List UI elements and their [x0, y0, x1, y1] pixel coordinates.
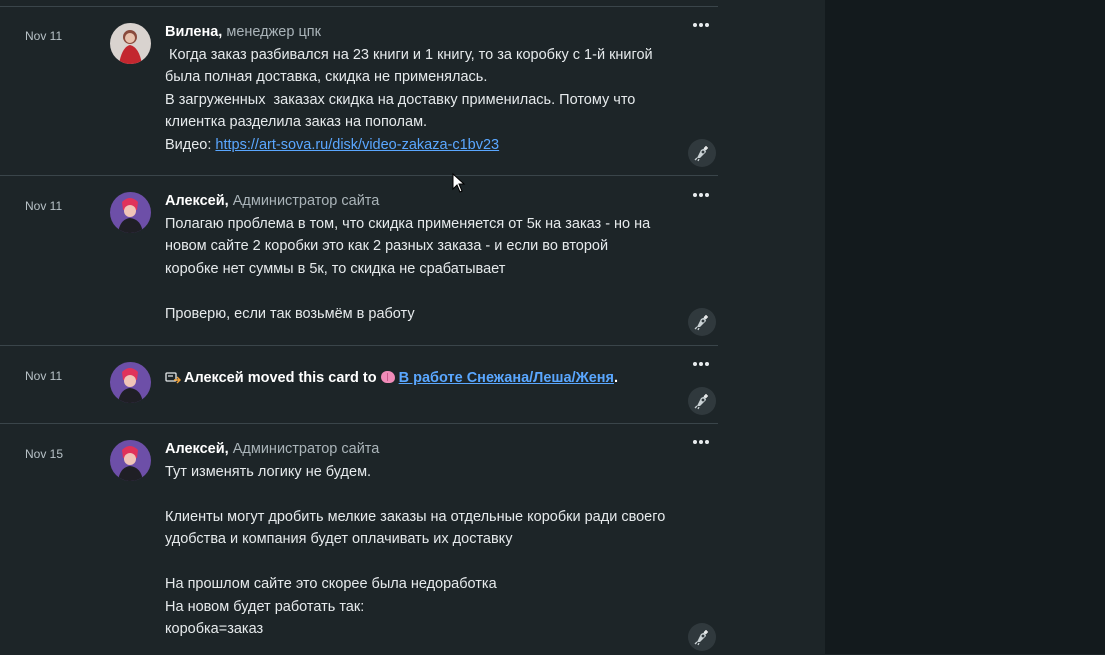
comment-entry: Nov 15 Алексей, Администратор сайта Тут …	[0, 423, 718, 655]
move-action-text: Алексей moved this card to	[184, 370, 377, 386]
list-name: В работе Снежана/Леша/Женя	[398, 370, 614, 386]
avatar[interactable]	[110, 192, 151, 233]
more-horizontal-icon	[693, 362, 697, 366]
comment-date: Nov 11	[25, 29, 63, 43]
comment-body: Алексей, Администратор сайта Тут изменят…	[165, 438, 685, 641]
more-options-button[interactable]	[690, 189, 712, 201]
add-reaction-icon	[694, 394, 708, 410]
activity-panel: Nov 11 Вилена, менеджер цпк Когда заказ …	[0, 0, 825, 654]
comment-author[interactable]: Алексей,	[165, 441, 229, 457]
add-reaction-button[interactable]	[688, 623, 716, 651]
comment-author[interactable]: Алексей,	[165, 193, 229, 209]
comment-line: удобства и компания будет оплачивать их …	[165, 531, 513, 547]
add-reaction-icon	[694, 315, 708, 331]
comment-line	[165, 483, 685, 506]
activity-body: Алексей moved this card to В работе Снеж…	[165, 367, 685, 390]
list-link[interactable]: В работе Снежана/Леша/Женя	[380, 370, 614, 386]
comment-author-role: Администратор сайта	[232, 441, 380, 457]
comment-header: Алексей, Администратор сайта	[165, 190, 685, 213]
comment-line: коробка=заказ	[165, 621, 264, 637]
add-reaction-icon	[694, 146, 708, 162]
comment-date: Nov 11	[25, 199, 63, 213]
comment-entry: Nov 11 Вилена, менеджер цпк Когда заказ …	[0, 6, 718, 176]
comment-author-role: Администратор сайта	[232, 193, 380, 209]
comment-line: коробке нет суммы в 5к, то скидка не сра…	[165, 260, 506, 277]
more-horizontal-icon	[693, 193, 697, 197]
avatar[interactable]	[110, 440, 151, 481]
comment-line: На прошлом сайте это скорее была недораб…	[165, 576, 497, 592]
add-reaction-button[interactable]	[688, 387, 716, 415]
comment-line: Видео: https://art-sova.ru/disk/video-za…	[165, 134, 685, 157]
comment-line: Клиенты могут дробить мелкие заказы на о…	[165, 508, 666, 525]
move-card-icon	[165, 372, 181, 384]
more-options-button[interactable]	[690, 358, 712, 370]
more-horizontal-icon	[693, 440, 697, 444]
comment-line: Когда заказ разбивался на 23 книги и 1 к…	[165, 46, 653, 63]
comment-author[interactable]: Вилена,	[165, 24, 222, 40]
more-options-button[interactable]	[690, 19, 712, 31]
comment-line: была полная доставка, скидка не применял…	[165, 69, 488, 85]
move-action-line: Алексей moved this card to В работе Снеж…	[165, 367, 685, 390]
add-reaction-icon	[694, 630, 708, 646]
video-label: Видео:	[165, 136, 216, 153]
comment-header: Алексей, Администратор сайта	[165, 438, 685, 461]
comment-header: Вилена, менеджер цпк	[165, 21, 685, 44]
more-options-button[interactable]	[690, 436, 712, 448]
comment-line: Проверю, если так возьмём в работу	[165, 305, 415, 322]
add-reaction-button[interactable]	[688, 308, 716, 336]
comment-author-role: менеджер цпк	[226, 24, 321, 40]
brain-emoji-icon	[380, 371, 395, 383]
add-reaction-button[interactable]	[688, 139, 716, 167]
comment-body: Алексей, Администратор сайта Полагаю про…	[165, 190, 685, 325]
comment-entry: Nov 11 Алексей, Администратор сайта Пола…	[0, 175, 718, 345]
activity-entry: Nov 11 Алексей moved this card to В рабо…	[0, 345, 718, 424]
comment-line: На новом будет работать так:	[165, 598, 365, 615]
avatar[interactable]	[110, 362, 151, 403]
comment-date: Nov 15	[25, 447, 64, 461]
activity-date: Nov 11	[25, 369, 63, 383]
move-action-punct: .	[614, 370, 619, 386]
comment-line	[165, 280, 685, 303]
comment-line: новом сайте 2 коробки это как 2 разных з…	[165, 238, 609, 254]
more-horizontal-icon	[693, 23, 697, 27]
avatar[interactable]	[110, 23, 151, 64]
comment-line: В загруженных заказах скидка на доставку…	[165, 91, 636, 108]
comment-body: Вилена, менеджер цпк Когда заказ разбива…	[165, 21, 685, 156]
comment-line: Полагаю проблема в том, что скидка приме…	[165, 215, 651, 232]
comment-line: клиентка разделила заказ на пополам.	[165, 114, 428, 130]
side-panel	[825, 0, 1105, 654]
video-link[interactable]: https://art-sova.ru/disk/video-zakaza-c1…	[215, 137, 499, 153]
mouse-cursor-icon	[452, 173, 466, 193]
comment-line	[165, 551, 685, 574]
activity-feed: Nov 11 Вилена, менеджер цпк Когда заказ …	[0, 0, 718, 654]
comment-line: Тут изменять логику не будем.	[165, 463, 372, 480]
